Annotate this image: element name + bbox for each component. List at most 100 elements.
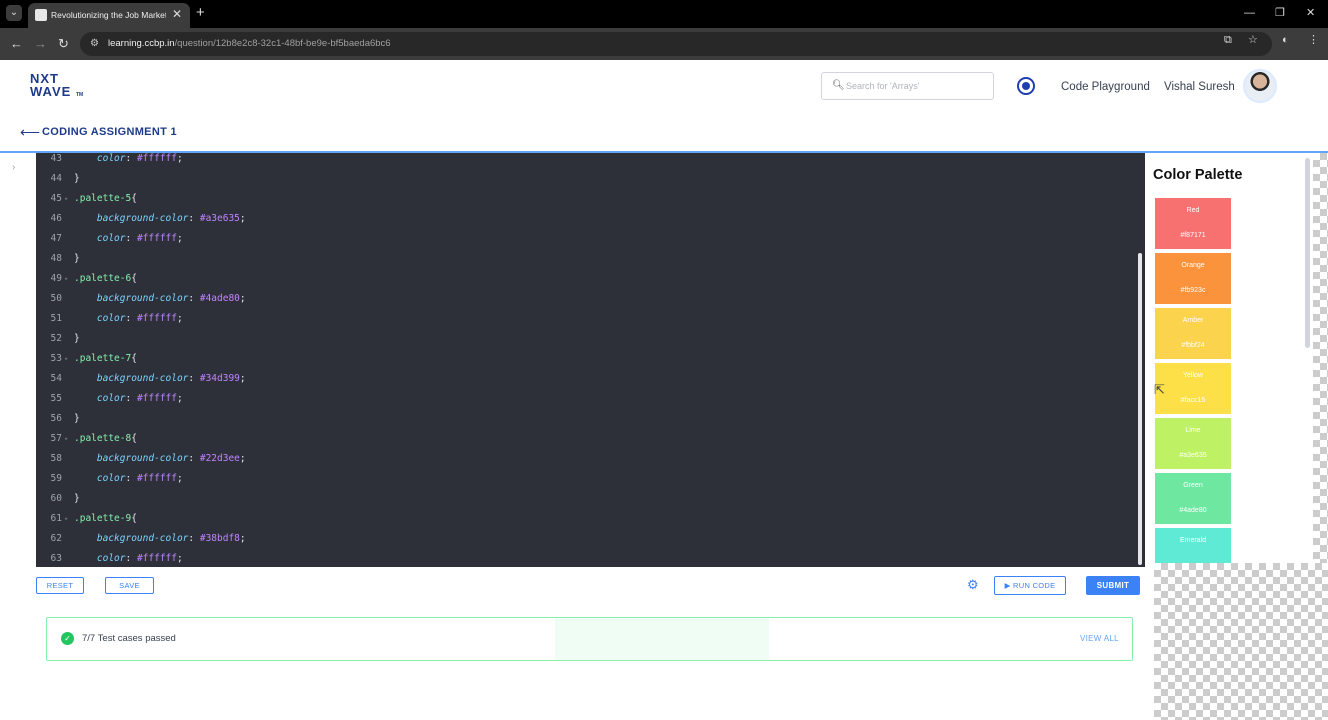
back-icon[interactable]: ← [10, 36, 23, 52]
code-text: } [74, 249, 80, 269]
code-line[interactable]: 49 ▾ .palette-6{ [36, 269, 1136, 289]
code-line[interactable]: 55 color: #ffffff; [36, 389, 1136, 409]
user-name[interactable]: Vishal Suresh [1164, 80, 1235, 94]
code-token: { [131, 193, 137, 204]
fold-toggle-icon[interactable]: ▾ [64, 429, 68, 449]
code-line[interactable]: 59 color: #ffffff; [36, 469, 1136, 489]
swatch-name: Red [1186, 207, 1200, 214]
fold-toggle-icon[interactable]: ▾ [64, 349, 68, 369]
bookmark-star-icon[interactable]: ☆ [1248, 33, 1258, 47]
code-text: } [74, 329, 80, 349]
save-button[interactable]: SAVE [105, 577, 154, 594]
browser-menu-icon[interactable]: ⋮ [1308, 33, 1319, 47]
code-line[interactable]: 53 ▾ .palette-7{ [36, 349, 1136, 369]
code-text: color: #ffffff; [74, 389, 183, 409]
logo-bottom-text: WAVE [30, 84, 72, 99]
test-result-panel: ✓ 7/7 Test cases passed VIEW ALL [46, 617, 1133, 661]
code-token: : [188, 533, 200, 544]
site-info-icon[interactable]: ⚙ [90, 37, 99, 51]
code-editor[interactable]: 43 color: #ffffff; 44} 45 ▾ .palette-5{46 ba… [36, 153, 1145, 567]
browser-tab-bar: ⌄ Revolutionizing the Job Market ✕ + — ❐… [0, 0, 1328, 28]
line-number: 49 [50, 273, 62, 284]
code-token: ; [177, 553, 183, 564]
code-line[interactable]: 61 ▾ .palette-9{ [36, 509, 1136, 529]
settings-gear-icon[interactable]: ⚙ [967, 578, 979, 592]
back-arrow-icon[interactable]: ⟵ [20, 124, 40, 140]
code-line[interactable]: 58 background-color: #22d3ee; [36, 449, 1136, 469]
reset-button[interactable]: RESET [36, 577, 84, 594]
avatar[interactable] [1243, 69, 1277, 103]
code-token: background-color [96, 213, 189, 224]
code-token: : [188, 453, 200, 464]
code-line[interactable]: 43 color: #ffffff; [36, 153, 1136, 169]
browser-tab[interactable]: Revolutionizing the Job Market ✕ [28, 3, 190, 28]
minimize-icon[interactable]: — [1244, 6, 1255, 20]
line-number: 43 [50, 153, 62, 164]
assignment-title: CODING ASSIGNMENT 1 [42, 126, 177, 138]
install-app-icon[interactable]: ⧉ [1224, 33, 1232, 47]
code-token: : [125, 393, 137, 404]
code-line[interactable]: 48} [36, 249, 1136, 269]
code-text: } [74, 409, 80, 429]
code-line[interactable]: 46 background-color: #a3e635; [36, 209, 1136, 229]
code-token: : [188, 373, 200, 384]
search-box[interactable]: 🔍︎ [821, 72, 994, 100]
code-text: color: #ffffff; [74, 229, 183, 249]
run-code-button[interactable]: ▶ RUN CODE [994, 576, 1066, 595]
swatch-code: #facc15 [1180, 397, 1206, 404]
profile-icon[interactable]: ◐ [1282, 33, 1289, 47]
forward-icon[interactable]: → [34, 36, 47, 52]
fold-toggle-icon[interactable]: ▾ [64, 269, 68, 289]
timer-icon[interactable] [1017, 77, 1035, 95]
url-field[interactable]: ⚙ learning.ccbp.in/question/12b8e2c8-32c… [80, 32, 1272, 56]
code-line[interactable]: 54 background-color: #34d399; [36, 369, 1136, 389]
editor-scrollbar[interactable] [1138, 253, 1142, 565]
window-close-icon[interactable]: ✕ [1306, 6, 1315, 20]
code-token: ; [239, 293, 246, 304]
preview-scrollbar[interactable] [1305, 158, 1310, 348]
line-number: 58 [50, 453, 62, 464]
restore-icon[interactable]: ❐ [1275, 6, 1285, 20]
code-line[interactable]: 44} [36, 169, 1136, 189]
fold-toggle-icon[interactable]: ▾ [64, 509, 68, 529]
code-line[interactable]: 47 color: #ffffff; [36, 229, 1136, 249]
color-swatch: Green #4ade80 [1155, 473, 1231, 524]
code-text: .palette-7{ [74, 349, 137, 369]
code-line[interactable]: 57 ▾ .palette-8{ [36, 429, 1136, 449]
color-swatch: Orange #fb923c [1155, 253, 1231, 304]
code-line[interactable]: 62 background-color: #38bdf8; [36, 529, 1136, 549]
line-number: 46 [50, 213, 62, 224]
line-number: 57 [50, 433, 62, 444]
code-token: #ffffff [136, 473, 177, 484]
tab-search-icon[interactable]: ⌄ [6, 5, 22, 21]
code-token: #22d3ee [199, 453, 240, 464]
reload-icon[interactable]: ↻ [58, 36, 69, 52]
expand-panel-chevron-icon[interactable]: › [12, 162, 15, 174]
code-text: background-color: #22d3ee; [74, 449, 246, 469]
code-line[interactable]: 51 color: #ffffff; [36, 309, 1136, 329]
code-line[interactable]: 50 background-color: #4ade80; [36, 289, 1136, 309]
search-input[interactable] [846, 78, 986, 94]
nxtwave-logo[interactable]: NXT WAVE TM [30, 72, 83, 102]
fold-toggle-icon[interactable]: ▾ [64, 189, 68, 209]
code-line[interactable]: 45 ▾ .palette-5{ [36, 189, 1136, 209]
new-tab-icon[interactable]: + [196, 5, 205, 21]
close-tab-icon[interactable]: ✕ [172, 7, 182, 21]
code-playground-link[interactable]: Code Playground [1061, 80, 1150, 94]
line-number: 61 [50, 513, 62, 524]
code-token: color [96, 473, 126, 484]
view-all-link[interactable]: VIEW ALL [1080, 634, 1119, 644]
url-text: learning.ccbp.in/question/12b8e2c8-32c1-… [108, 38, 391, 49]
swatch-name: Orange [1181, 262, 1205, 269]
code-line[interactable]: 56} [36, 409, 1136, 429]
code-text: .palette-5{ [74, 189, 137, 209]
code-line[interactable]: 52} [36, 329, 1136, 349]
assignment-bar: ⟵ CODING ASSIGNMENT 1 [0, 115, 1328, 153]
submit-button[interactable]: SUBMIT [1086, 576, 1140, 595]
code-line[interactable]: 63 color: #ffffff; [36, 549, 1136, 567]
code-line[interactable]: 60} [36, 489, 1136, 509]
